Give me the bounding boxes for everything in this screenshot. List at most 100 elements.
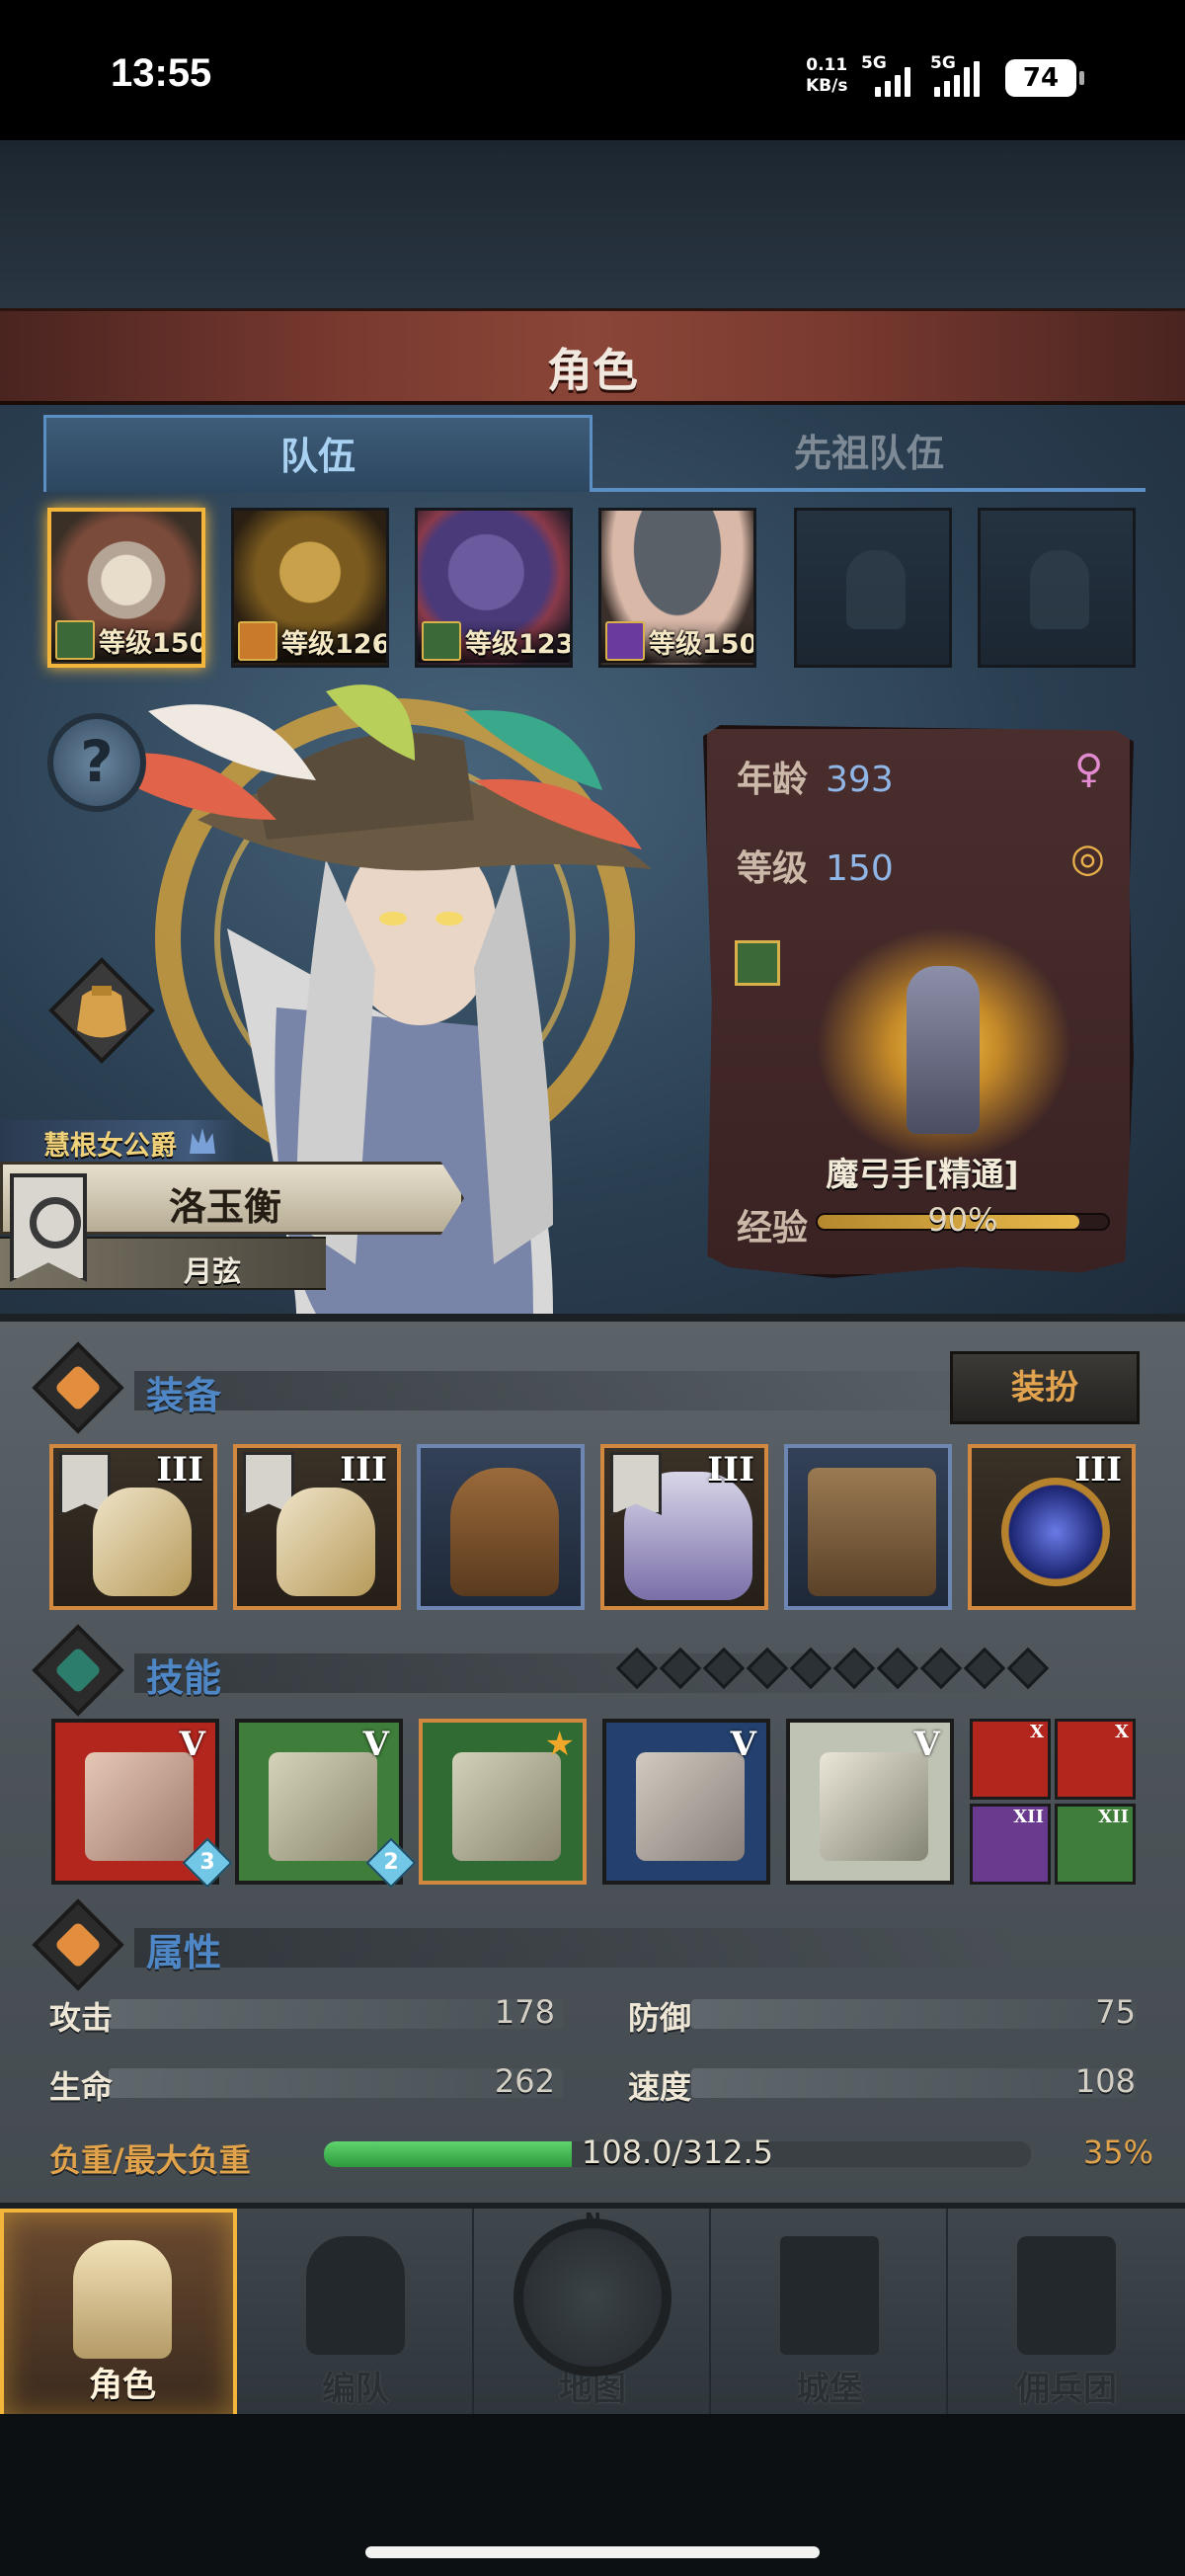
age-row: 年龄 393 — [737, 751, 894, 802]
female-icon: ♀ — [1074, 747, 1104, 792]
passive-skill-2[interactable]: X — [1055, 1719, 1136, 1800]
weapon-icon — [93, 1488, 192, 1596]
help-button[interactable]: ? — [47, 713, 146, 812]
skill-slot-1[interactable]: V 3 — [51, 1719, 233, 1889]
dagger-icon — [32, 1341, 124, 1434]
exp-label: 经验 — [737, 1208, 809, 1248]
nav-character[interactable]: 角色 — [0, 2209, 237, 2420]
tier-label: III — [340, 1450, 387, 1489]
party-level: 等级123 — [465, 628, 573, 660]
age-label: 年龄 — [737, 760, 809, 800]
crown-icon — [190, 1128, 215, 1154]
skill-point-pips — [615, 1647, 1050, 1690]
level-row: 等级 150 — [737, 840, 894, 891]
party-slot-4[interactable]: 等级150 — [598, 508, 756, 668]
hero-subtitle: 月弦 — [183, 1254, 241, 1288]
tab-ancestor-team[interactable]: 先祖队伍 — [592, 415, 1146, 492]
passive-skill-4[interactable]: XII — [1055, 1804, 1136, 1885]
attributes-header: 属性 — [32, 1898, 1146, 1991]
equip-slot-weapon-1[interactable]: III — [49, 1444, 217, 1610]
sword-skill-icon — [85, 1752, 194, 1861]
skill-slot-2[interactable]: V 2 — [235, 1719, 417, 1889]
skill-pip — [789, 1647, 832, 1690]
castle-icon — [780, 2236, 879, 2355]
tier-label: XII — [1098, 1807, 1129, 1827]
ring-icon[interactable]: ◎ — [1070, 836, 1105, 881]
skill-slot-3[interactable]: ★ — [419, 1719, 587, 1885]
skill-pip — [702, 1647, 746, 1690]
party-slot-empty-1[interactable] — [794, 508, 952, 668]
helmet-icon — [450, 1468, 559, 1596]
team-tabs: 队伍 先祖队伍 — [43, 415, 1146, 494]
party-slot-empty-2[interactable] — [978, 508, 1136, 668]
equip-slot-helmet[interactable] — [417, 1444, 585, 1610]
speed-label: 速度 — [628, 2068, 692, 2106]
bag-icon[interactable] — [47, 956, 156, 1065]
signal-icon-1 — [875, 57, 910, 97]
party-level: 等级150 — [649, 628, 756, 660]
equip-slot-weapon-2[interactable]: III — [233, 1444, 401, 1610]
load-value: 108.0/312.5 — [582, 2133, 773, 2171]
skill-pip — [659, 1647, 702, 1690]
tab-team[interactable]: 队伍 — [43, 415, 592, 492]
equip-slot-accessory[interactable]: III — [968, 1444, 1136, 1610]
nav-formation[interactable]: 编队 — [237, 2209, 474, 2420]
nav-castle[interactable]: 城堡 — [711, 2209, 948, 2420]
attributes-title: 属性 — [146, 1931, 222, 1974]
horse-class-icon — [238, 621, 277, 661]
skills-row: V 3 V 2 ★ V V X X XII XII — [51, 1719, 1147, 1889]
defense-value: 75 — [1095, 1993, 1136, 2031]
header-backdrop — [0, 140, 1185, 308]
header-shade — [134, 1371, 1023, 1410]
skill-slot-5[interactable]: V — [786, 1719, 954, 1885]
equip-slot-armor[interactable]: III — [600, 1444, 768, 1610]
crystal-boot-skill-icon — [820, 1752, 928, 1861]
bow-class-icon — [55, 620, 95, 660]
level-tag: 等级150 — [601, 619, 753, 663]
tier-label: X — [1115, 1722, 1129, 1742]
skill-pip — [919, 1647, 963, 1690]
bow-skill-icon — [269, 1752, 377, 1861]
clock: 13:55 — [111, 51, 212, 95]
tier-label: V — [913, 1725, 940, 1764]
dress-up-button[interactable]: 装扮 — [950, 1351, 1140, 1424]
battery-icon: 74 — [1005, 59, 1084, 97]
compass-icon[interactable] — [514, 2218, 672, 2376]
party-slot-2[interactable]: 等级126 — [231, 508, 389, 668]
equipment-row: III III III III — [49, 1444, 1146, 1612]
net-speed-unit: KB/s — [806, 76, 848, 96]
tier-label: V — [362, 1725, 389, 1764]
tier-label: XII — [1013, 1807, 1044, 1827]
class-name: 魔弓手[精通] — [826, 1155, 1019, 1193]
gem-count: 2 — [383, 1850, 399, 1875]
weapon-icon — [276, 1488, 375, 1596]
nav-mercenary[interactable]: 佣兵团 — [948, 2209, 1185, 2420]
attribute-icon — [32, 1898, 124, 1991]
passive-skill-1[interactable]: X — [970, 1719, 1051, 1800]
skill-pip — [615, 1647, 659, 1690]
nav-label: 角色 — [89, 2366, 156, 2405]
staff-class-icon — [605, 621, 645, 661]
crystal-sword-skill-icon — [636, 1752, 745, 1861]
age-value: 393 — [826, 760, 894, 800]
load-label: 负重/最大负重 — [49, 2141, 251, 2179]
level-value: 150 — [826, 848, 894, 889]
skill-slot-4[interactable]: V — [602, 1719, 770, 1885]
attack-label: 攻击 — [49, 1999, 114, 2037]
party-slot-3[interactable]: 等级123 — [415, 508, 573, 668]
title-banner: 角色 — [0, 308, 1185, 405]
knight-icon — [73, 2240, 172, 2359]
hp-value: 262 — [494, 2062, 555, 2100]
net-speed: 0.11 KB/s — [806, 55, 847, 97]
level-tag: 等级126 — [234, 619, 386, 663]
equip-slot-boots[interactable] — [784, 1444, 952, 1610]
home-indicator[interactable] — [365, 2546, 820, 2558]
party-slot-1[interactable]: 等级150 — [47, 508, 205, 668]
nav-label: 城堡 — [796, 2370, 863, 2409]
empty-helmet-icon — [846, 550, 906, 629]
party-level: 等级126 — [281, 628, 389, 660]
compass-north: N — [585, 2209, 601, 2232]
info-card: 年龄 393 ♀ 等级 150 ◎ 魔弓手[精通] 经验 90% — [703, 725, 1134, 1278]
signal-icon-2 — [934, 57, 980, 97]
passive-skill-3[interactable]: XII — [970, 1804, 1051, 1885]
